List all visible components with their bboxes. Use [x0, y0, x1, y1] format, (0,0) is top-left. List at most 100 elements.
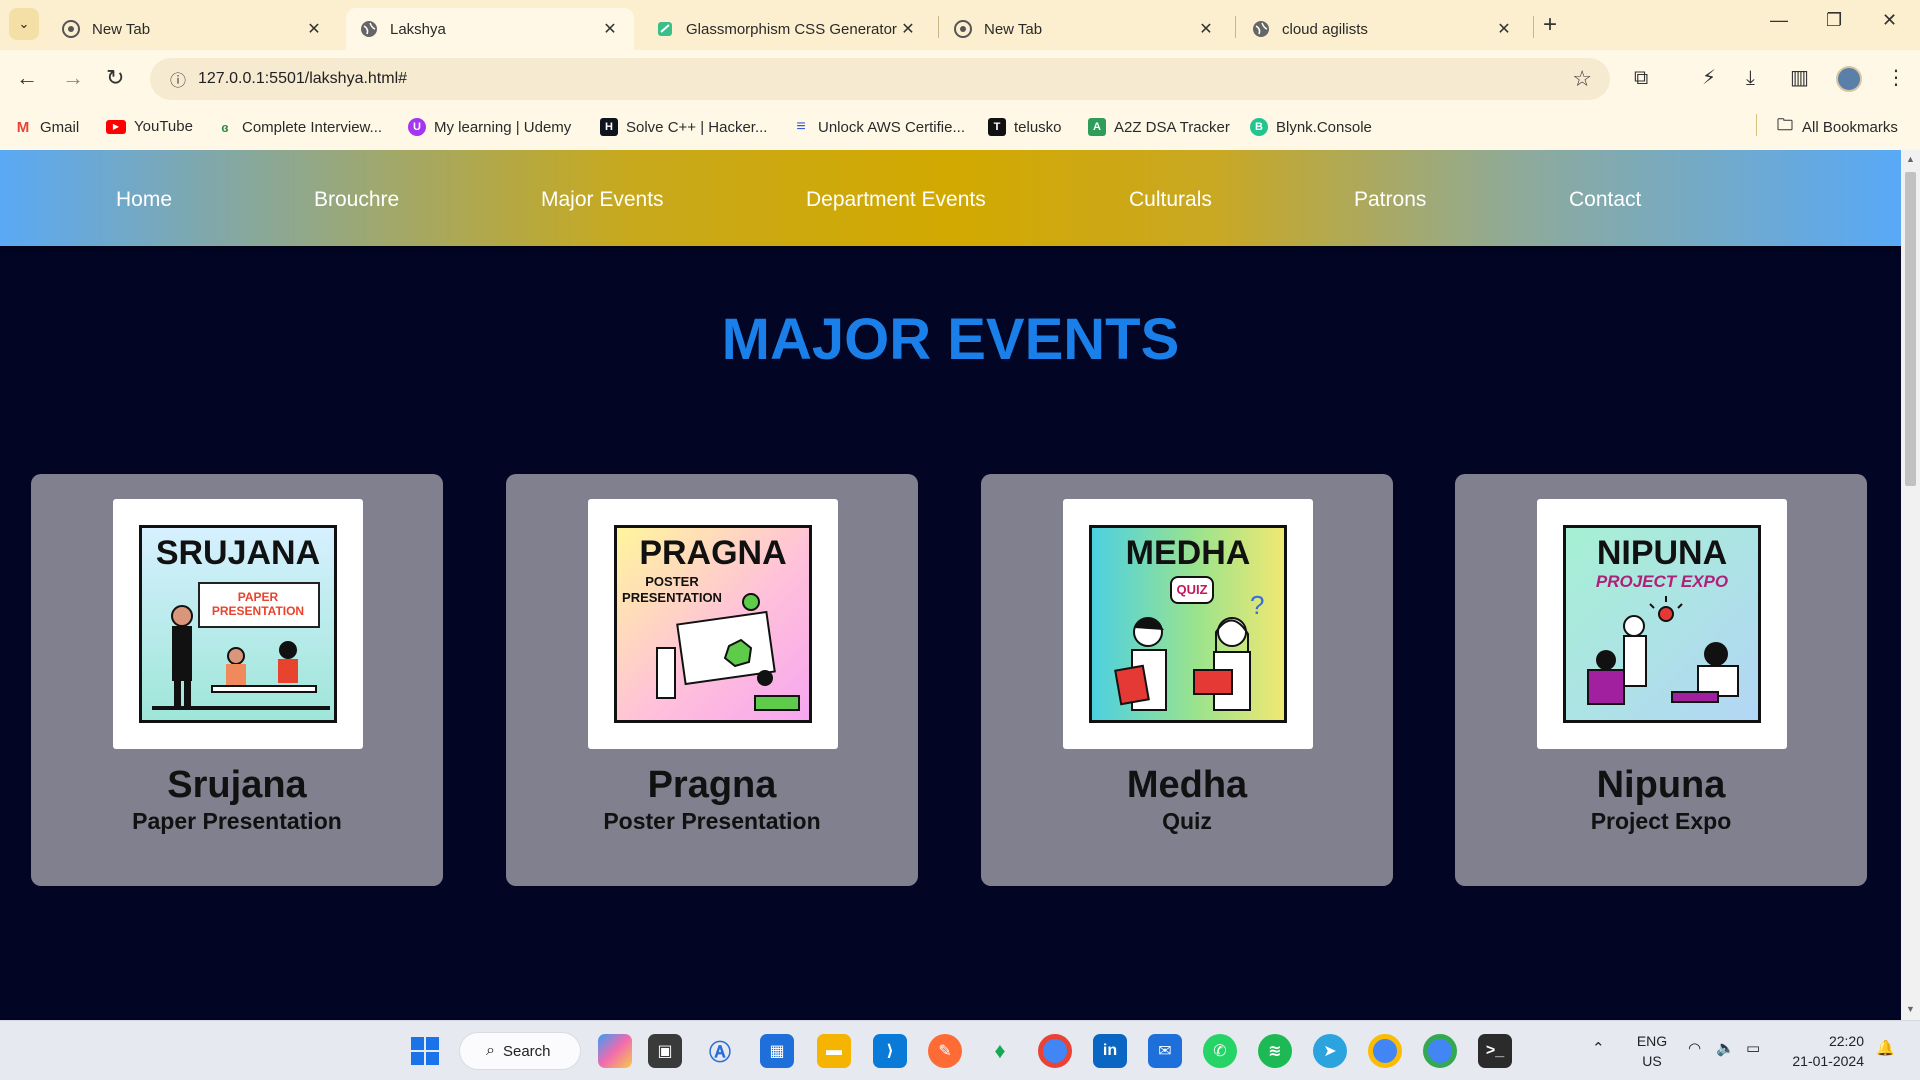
- bookmark-udemy[interactable]: U My learning | Udemy: [408, 118, 571, 136]
- tab-3[interactable]: Glassmorphism CSS Generator ✕: [642, 8, 932, 50]
- side-panel-icon[interactable]: ▥: [1790, 65, 1809, 91]
- chrome-icon: [954, 20, 972, 38]
- tab-title: New Tab: [92, 20, 151, 38]
- a2z-icon: A: [1088, 118, 1106, 136]
- event-card-pragna[interactable]: PRAGNA POSTER PRESENTATION Pragna Poster…: [506, 474, 918, 886]
- bookmark-label: My learning | Udemy: [434, 118, 572, 136]
- show-hidden-icons-icon[interactable]: ⌃: [1592, 1039, 1605, 1057]
- nav-patrons[interactable]: Patrons: [1354, 188, 1426, 212]
- download-icon[interactable]: ⤓: [1746, 65, 1755, 91]
- postman-icon[interactable]: ✎: [928, 1034, 962, 1068]
- bookmark-aws[interactable]: ≡ Unlock AWS Certifie...: [792, 118, 965, 136]
- volume-icon[interactable]: 🔈: [1716, 1039, 1735, 1057]
- chrome-profile-icon[interactable]: [1368, 1034, 1402, 1068]
- restore-icon[interactable]: ❐: [1826, 10, 1842, 31]
- url-text[interactable]: 127.0.0.1:5501/lakshya.html#: [198, 70, 407, 88]
- bookmark-hackerrank[interactable]: H Solve C++ | Hacker...: [600, 118, 767, 136]
- bookmark-label: Blynk.Console: [1276, 118, 1372, 136]
- mail-icon[interactable]: ✉: [1148, 1034, 1182, 1068]
- bookmark-label: telusko: [1014, 118, 1062, 136]
- scroll-down-icon[interactable]: ▼: [1906, 1004, 1915, 1014]
- nav-culturals[interactable]: Culturals: [1129, 188, 1212, 212]
- site-info-icon[interactable]: ⓘ: [158, 67, 198, 91]
- chrome-icon[interactable]: [1038, 1034, 1072, 1068]
- scroll-up-icon[interactable]: ▲: [1906, 154, 1915, 164]
- clock[interactable]: 22:20 21-01-2024: [1782, 1031, 1864, 1071]
- tab-2[interactable]: Lakshya ✕: [346, 8, 634, 50]
- close-icon[interactable]: ✕: [1196, 19, 1216, 39]
- poster-frame: SRUJANA PAPER PRESENTATION: [113, 499, 363, 749]
- event-subtitle: Project Expo: [1590, 808, 1732, 834]
- menu-icon[interactable]: ⋮: [1886, 65, 1906, 91]
- battery-icon[interactable]: ▭: [1746, 1039, 1760, 1057]
- project-expo-illustration: [1587, 596, 1739, 705]
- event-card-nipuna[interactable]: NIPUNA PROJECT EXPO Nipuna Project Expo: [1455, 474, 1867, 886]
- bookmark-telusko[interactable]: T telusko: [988, 118, 1062, 136]
- close-icon[interactable]: ✕: [1494, 19, 1514, 39]
- event-name: Medha: [1126, 764, 1248, 806]
- window-close-icon[interactable]: ✕: [1882, 10, 1897, 31]
- linkedin-icon[interactable]: in: [1093, 1034, 1127, 1068]
- new-tab-button[interactable]: +: [1543, 12, 1557, 38]
- event-subtitle: Quiz: [1162, 808, 1212, 834]
- nav-contact[interactable]: Contact: [1569, 188, 1641, 212]
- event-card-medha[interactable]: MEDHA QUIZ ? Medha Quiz: [981, 474, 1393, 886]
- avatar[interactable]: [1836, 66, 1862, 92]
- page-scrollbar[interactable]: ▲ ▼: [1901, 150, 1920, 1020]
- scrollbar-thumb[interactable]: [1905, 172, 1916, 486]
- close-icon[interactable]: ✕: [898, 19, 918, 39]
- chrome-profile-2-icon[interactable]: [1423, 1034, 1457, 1068]
- clock-time: 22:20: [1828, 1033, 1864, 1049]
- tab-search-button[interactable]: ⌄: [9, 8, 39, 40]
- performance-icon[interactable]: ⚡: [1702, 65, 1716, 91]
- poster-illustration: [656, 593, 800, 711]
- tab-title: Lakshya: [390, 20, 446, 38]
- nav-brouchre[interactable]: Brouchre: [314, 188, 399, 212]
- app-store-icon[interactable]: Ⓐ: [703, 1034, 737, 1068]
- region-code: US: [1642, 1053, 1662, 1069]
- notification-bell-icon[interactable]: 🔔: [1876, 1039, 1895, 1057]
- windows-start-icon[interactable]: [408, 1034, 442, 1068]
- wifi-icon[interactable]: ◠: [1688, 1039, 1701, 1057]
- terminal-icon[interactable]: >_: [1478, 1034, 1512, 1068]
- extensions-icon[interactable]: ⧉: [1634, 65, 1648, 91]
- language-indicator[interactable]: ENG US: [1632, 1031, 1672, 1071]
- reload-icon[interactable]: ↻: [106, 65, 124, 91]
- all-bookmarks-button[interactable]: 🗀 All Bookmarks: [1776, 117, 1898, 136]
- address-bar[interactable]: ⓘ 127.0.0.1:5501/lakshya.html# ☆: [150, 58, 1610, 100]
- file-explorer-icon[interactable]: ▬: [817, 1034, 851, 1068]
- nav-major-events[interactable]: Major Events: [541, 188, 664, 212]
- tab-5[interactable]: cloud agilists ✕: [1238, 8, 1528, 50]
- spotify-icon[interactable]: ≋: [1258, 1034, 1292, 1068]
- close-icon[interactable]: ✕: [304, 19, 324, 39]
- taskbar: ⌕ Search ▣ Ⓐ ▦ ▬ ⟩ ✎ ♦ in ✉ ✆ ≋ ➤ >_ ⌃ E…: [0, 1020, 1920, 1080]
- vscode-icon[interactable]: ⟩: [873, 1034, 907, 1068]
- whatsapp-icon[interactable]: ✆: [1203, 1034, 1237, 1068]
- bookmark-star-icon[interactable]: ☆: [1572, 66, 1592, 92]
- nav-department-events[interactable]: Department Events: [806, 188, 986, 212]
- web-page: Home Brouchre Major Events Department Ev…: [0, 150, 1901, 1020]
- copilot-icon[interactable]: [598, 1034, 632, 1068]
- bookmark-a2z[interactable]: A A2Z DSA Tracker: [1088, 118, 1230, 136]
- close-icon[interactable]: ✕: [600, 19, 620, 39]
- task-view-icon[interactable]: ▣: [648, 1034, 682, 1068]
- tab-4[interactable]: New Tab ✕: [940, 8, 1230, 50]
- event-card-srujana[interactable]: SRUJANA PAPER PRESENTATION Srujana Paper…: [31, 474, 443, 886]
- taskbar-search[interactable]: ⌕ Search: [459, 1032, 581, 1070]
- tab-divider: [938, 16, 939, 38]
- bookmark-label: All Bookmarks: [1802, 118, 1898, 136]
- bookmark-blynk[interactable]: B Blynk.Console: [1250, 118, 1372, 136]
- tab-1[interactable]: New Tab ✕: [48, 8, 338, 50]
- back-icon[interactable]: ←: [16, 65, 38, 91]
- mongodb-icon[interactable]: ♦: [983, 1034, 1017, 1068]
- forward-icon[interactable]: →: [62, 65, 84, 91]
- microsoft-store-icon[interactable]: ▦: [760, 1034, 794, 1068]
- search-icon: ⌕: [486, 1042, 495, 1059]
- bookmark-label: Solve C++ | Hacker...: [626, 118, 768, 136]
- minimize-icon[interactable]: —: [1770, 10, 1788, 31]
- nav-home[interactable]: Home: [116, 188, 172, 212]
- bookmark-gmail[interactable]: M Gmail: [14, 118, 79, 136]
- telegram-icon[interactable]: ➤: [1313, 1034, 1347, 1068]
- bookmark-geeksforgeeks[interactable]: ɞ Complete Interview...: [216, 118, 382, 136]
- bookmark-youtube[interactable]: ▶ YouTube: [106, 118, 193, 135]
